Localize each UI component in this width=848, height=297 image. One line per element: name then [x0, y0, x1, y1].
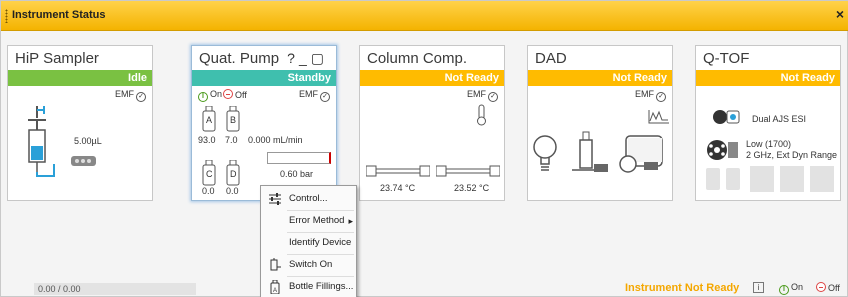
instrument-status-text: Instrument Not Ready: [625, 282, 740, 294]
emf-indicator: EMF ✓: [635, 89, 666, 102]
bottle-c-label: C: [206, 169, 213, 179]
check-icon: ✓: [656, 92, 666, 102]
menu-item-label: Switch On: [289, 259, 333, 270]
menu-item-control[interactable]: Control...: [261, 189, 356, 209]
ion-source-label: Dual AJS ESI: [752, 114, 807, 124]
lamp-icon: [533, 135, 557, 171]
sample-tray-icon: [71, 156, 96, 166]
status-badge: Not Ready: [696, 70, 840, 86]
flow-cell-icon: [572, 131, 608, 172]
bottle-c-level: 0.0: [202, 186, 215, 196]
detector-mode-icon: [707, 140, 738, 160]
column-left-icon: [366, 165, 430, 177]
menu-item-error-method[interactable]: Error Method: [261, 211, 356, 231]
bottle-a-level: 93.0: [198, 135, 216, 145]
module-dad[interactable]: DAD Not Ready EMF ✓: [527, 45, 673, 201]
info-icon[interactable]: i: [753, 282, 764, 293]
help-icon[interactable]: ?: [287, 50, 299, 66]
module-qtof[interactable]: Q-TOF Not Ready Dual AJS ESI Low (1700) …: [695, 45, 841, 201]
bottle-d-label: D: [230, 169, 237, 179]
bottle-b-label: B: [230, 115, 237, 125]
close-icon[interactable]: ×: [836, 6, 844, 22]
flow-rate: 0.000 mL/min: [248, 135, 303, 145]
instrument-off-button[interactable]: Off: [816, 282, 840, 293]
pump-icon: [270, 258, 281, 271]
module-hip-sampler[interactable]: HiP Sampler Idle EMF ✓ 5.00µL: [7, 45, 153, 201]
emf-indicator: EMF ✓: [299, 89, 330, 102]
module-window-controls: ?_▢: [287, 50, 328, 67]
ion-source-icon: [713, 110, 740, 124]
thermometer-icon: [477, 104, 486, 126]
power-off-icon: [816, 282, 826, 292]
acquisition-mode: 2 GHz, Ext Dyn Range: [746, 150, 838, 160]
bottle-icon: A: [270, 280, 280, 294]
tune-icon: [780, 166, 804, 192]
module-name: Q-TOF: [703, 50, 750, 67]
sliders-icon: [269, 193, 281, 205]
status-badge: Idle: [8, 70, 152, 86]
status-badge: Not Ready: [528, 70, 672, 86]
qtof-component-icons: [706, 166, 836, 194]
context-menu: Control... Error Method Identify Device …: [260, 185, 357, 297]
instrument-status-window: Instrument Status × HiP Sampler Idle EMF…: [0, 0, 848, 297]
pressure-gauge: [267, 152, 331, 164]
title-bar[interactable]: Instrument Status ×: [1, 1, 848, 31]
module-column-comp[interactable]: Column Comp. Not Ready EMF ✓ 23.74 °C 23.…: [359, 45, 505, 201]
menu-item-label: Bottle Fillings...: [289, 281, 354, 292]
injection-volume: 5.00µL: [74, 136, 102, 146]
mass-range: Low (1700): [746, 139, 792, 149]
off-indicator[interactable]: Off: [223, 89, 247, 100]
power-on-icon: I: [198, 92, 208, 102]
bottle-a-label: A: [206, 115, 213, 125]
column-right-icon: [436, 165, 500, 177]
svg-text:A: A: [273, 288, 277, 294]
spectrum-icon: [648, 110, 669, 124]
instrument-on-button[interactable]: I On: [779, 282, 803, 295]
power-on-icon: I: [779, 285, 789, 295]
emf-indicator: EMF ✓: [467, 89, 498, 102]
temperature-right: 23.52 °C: [454, 183, 490, 193]
menu-item-switch-on[interactable]: Switch On: [261, 255, 356, 275]
on-indicator[interactable]: I On: [198, 89, 222, 102]
power-off-icon: [223, 89, 233, 99]
pressure-value: 0.60 bar: [280, 169, 314, 179]
window-title: Instrument Status: [12, 9, 106, 21]
menu-item-identify-device[interactable]: Identify Device: [261, 233, 356, 253]
bottle-b-icon: [726, 168, 740, 190]
module-name: Quat. Pump: [199, 50, 280, 67]
vacuum-icon: [810, 166, 834, 192]
check-icon: ✓: [320, 92, 330, 102]
drag-grip-icon[interactable]: [5, 9, 8, 23]
module-quat-pump[interactable]: Quat. Pump ?_▢ Standby I On Off EMF ✓ A B …: [191, 45, 337, 201]
syringe-icon: [28, 106, 55, 177]
module-name: DAD: [535, 50, 567, 67]
menu-item-label: Identify Device: [289, 237, 352, 248]
minimize-icon[interactable]: _: [299, 50, 311, 66]
module-name: Column Comp.: [367, 50, 468, 67]
maximize-icon[interactable]: ▢: [311, 50, 328, 66]
status-badge: Not Ready: [360, 70, 504, 86]
bottle-d-level: 0.0: [226, 186, 239, 196]
status-badge: Standby: [192, 70, 336, 86]
menu-item-label: Control...: [289, 193, 328, 204]
progress-field: 0.00 / 0.00: [34, 283, 196, 295]
menu-item-bottle-fillings[interactable]: A Bottle Fillings...: [261, 277, 356, 297]
module-name: HiP Sampler: [15, 50, 99, 67]
detector-icon: [619, 135, 663, 173]
temperature-left: 23.74 °C: [380, 183, 416, 193]
check-icon: ✓: [136, 92, 146, 102]
spectrum-icon: [750, 166, 774, 192]
bottle-b-level: 7.0: [225, 135, 238, 145]
emf-indicator: EMF ✓: [115, 89, 146, 102]
menu-item-label: Error Method: [289, 215, 345, 226]
bottle-a-icon: [706, 168, 720, 190]
check-icon: ✓: [488, 92, 498, 102]
